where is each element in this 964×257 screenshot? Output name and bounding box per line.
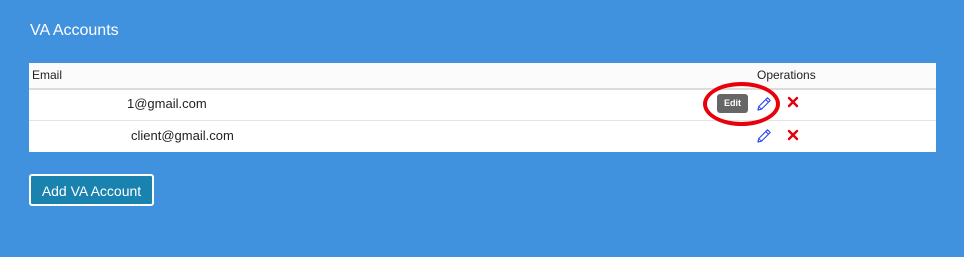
add-va-account-button[interactable]: Add VA Account [29, 174, 154, 206]
page-title: VA Accounts [30, 22, 119, 39]
email-column-header: Email [32, 68, 63, 82]
operations-column-header: Operations [757, 68, 816, 82]
close-icon[interactable] [787, 129, 799, 141]
pencil-icon[interactable] [756, 128, 772, 144]
email-cell: 1@gmail.com [127, 96, 207, 111]
close-icon[interactable] [787, 96, 799, 108]
edit-tooltip: Edit [717, 94, 748, 113]
table-row: 1@gmail.com Edit [29, 90, 936, 121]
va-accounts-table: Email Operations 1@gmail.com Edit client… [29, 63, 936, 152]
table-header: Email Operations [29, 63, 936, 90]
pencil-icon[interactable] [756, 96, 772, 112]
table-row: client@gmail.com [29, 121, 936, 151]
email-cell: client@gmail.com [131, 128, 234, 143]
